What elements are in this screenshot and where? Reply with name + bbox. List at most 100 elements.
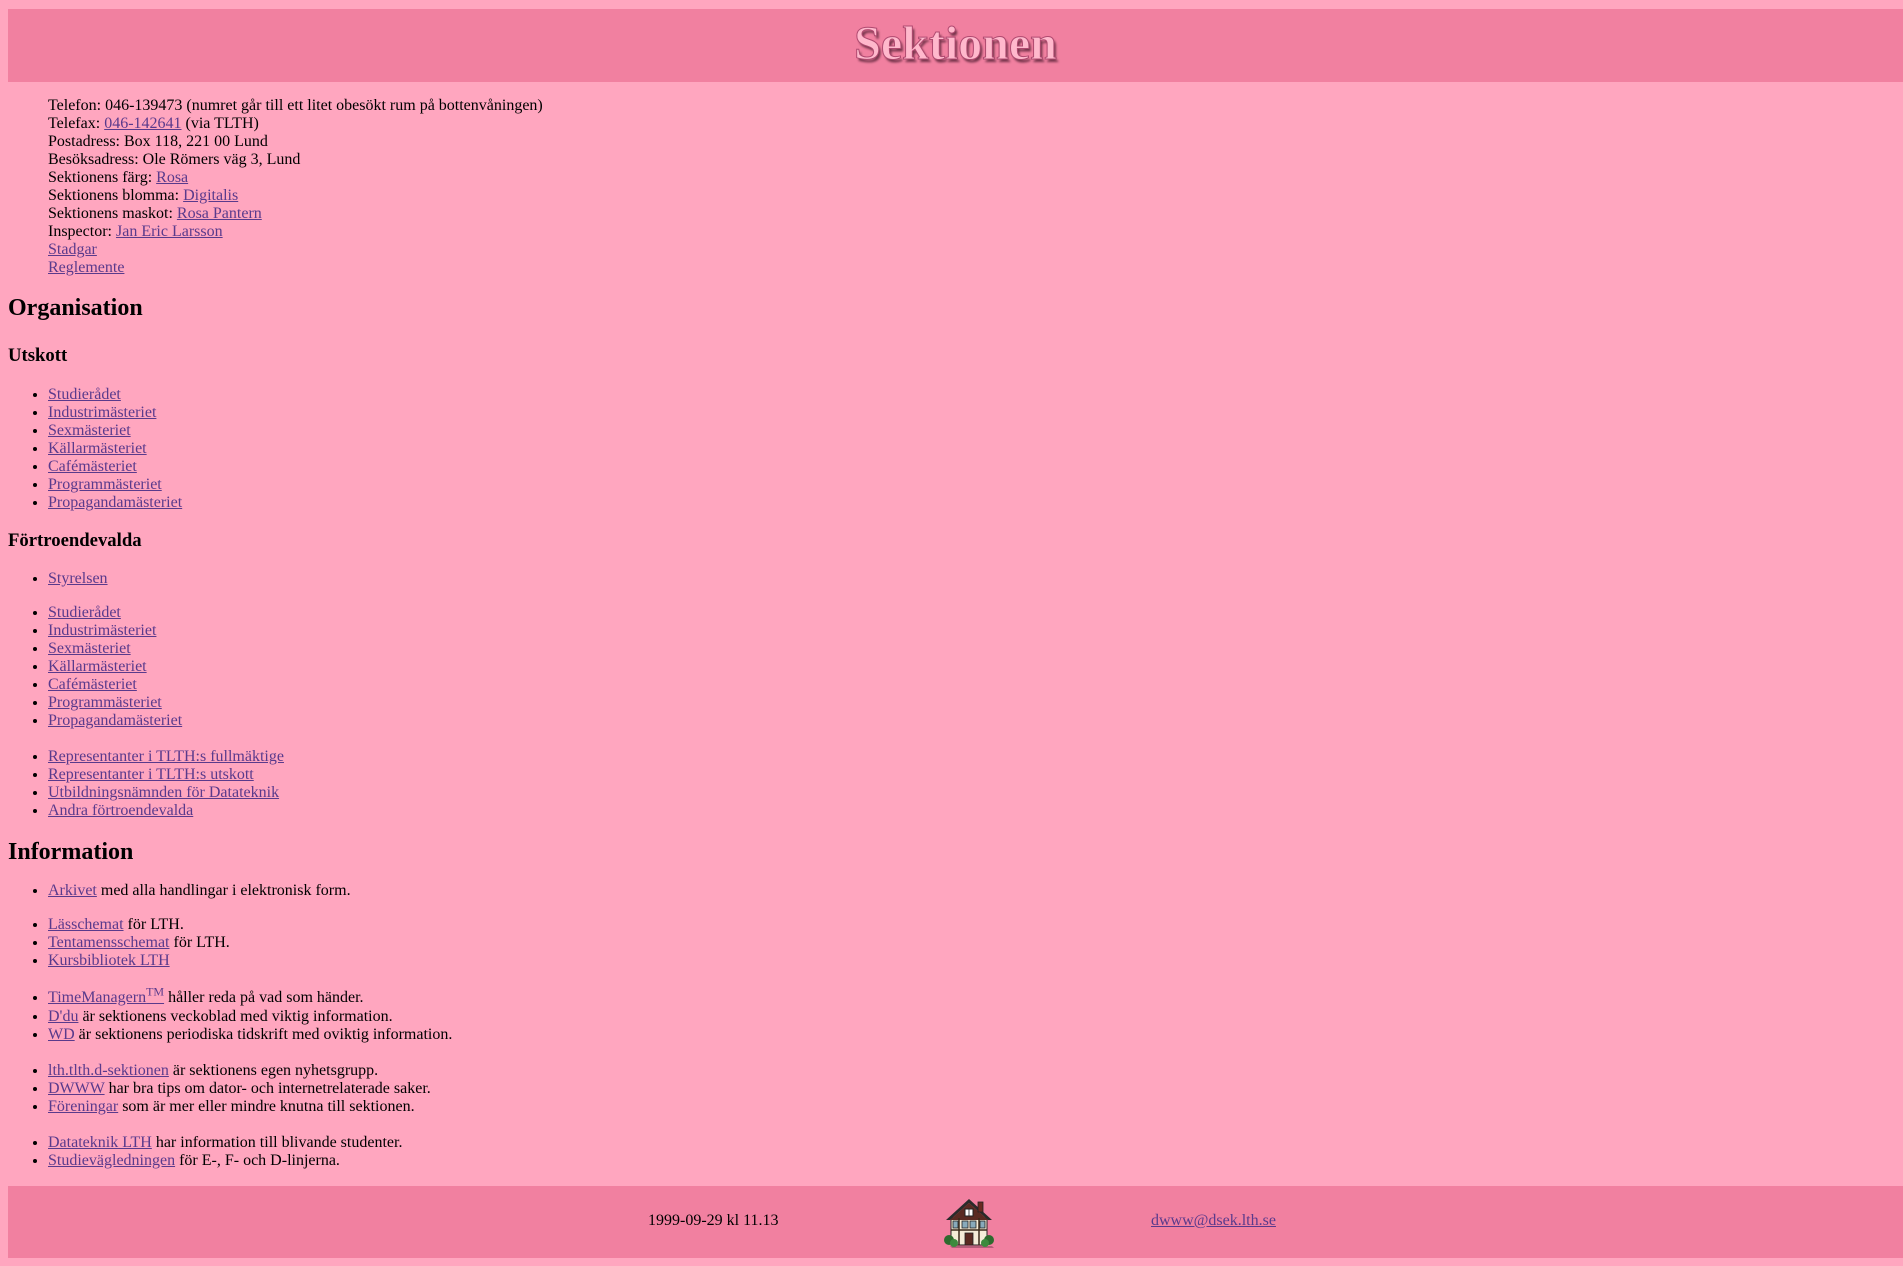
info-list-students: Datateknik LTH har information till bliv… bbox=[8, 1134, 402, 1170]
blomma-link[interactable]: Digitalis bbox=[183, 187, 238, 204]
list-item: Sexmästeriet bbox=[48, 422, 182, 440]
list-item: D'du är sektionens veckoblad med viktig … bbox=[48, 1008, 452, 1026]
house-icon bbox=[944, 1199, 994, 1248]
mastare-link[interactable]: Cafémästeriet bbox=[48, 676, 137, 693]
list-item: Sexmästeriet bbox=[48, 640, 182, 658]
list-item: Propagandamästeriet bbox=[48, 494, 182, 512]
reglemente-line: Reglemente bbox=[48, 259, 543, 277]
stadgar-line: Stadgar bbox=[48, 241, 543, 259]
studievagledningen-link[interactable]: Studievägledningen bbox=[48, 1152, 175, 1169]
list-item: Representanter i TLTH:s utskott bbox=[48, 766, 284, 784]
organisation-heading: Organisation bbox=[8, 295, 143, 321]
wd-link[interactable]: WD bbox=[48, 1026, 75, 1043]
ovriga-link[interactable]: Representanter i TLTH:s fullmäktige bbox=[48, 748, 284, 765]
utskott-link[interactable]: Programmästeriet bbox=[48, 476, 162, 493]
list-item: Lässchemat för LTH. bbox=[48, 916, 230, 934]
lasschemat-link[interactable]: Lässchemat bbox=[48, 916, 124, 933]
dwww-link[interactable]: DWWW bbox=[48, 1080, 105, 1097]
inspector-link[interactable]: Jan Eric Larsson bbox=[116, 223, 223, 240]
list-item: Studierådet bbox=[48, 386, 182, 404]
besoksadress-line: Besöksadress: Ole Römers väg 3, Lund bbox=[48, 151, 301, 168]
ovriga-link[interactable]: Representanter i TLTH:s utskott bbox=[48, 766, 254, 783]
inspector-line: Inspector: Jan Eric Larsson bbox=[48, 223, 223, 240]
list-item: Kursbibliotek LTH bbox=[48, 952, 230, 970]
tentamensschemat-link[interactable]: Tentamensschemat bbox=[48, 934, 170, 951]
list-item: Studievägledningen för E-, F- och D-linj… bbox=[48, 1152, 402, 1170]
info-list-community: lth.tlth.d-sektionen är sektionens egen … bbox=[8, 1062, 431, 1116]
farg-line: Sektionens färg: Rosa bbox=[48, 169, 189, 186]
farg-link[interactable]: Rosa bbox=[156, 169, 188, 186]
list-item: Studierådet bbox=[48, 604, 182, 622]
arkivet-link[interactable]: Arkivet bbox=[48, 882, 97, 899]
list-item: Industrimästeriet bbox=[48, 622, 182, 640]
list-item: lth.tlth.d-sektionen är sektionens egen … bbox=[48, 1062, 431, 1080]
list-item: Datateknik LTH har information till bliv… bbox=[48, 1134, 402, 1152]
contact-info: Telefon: 046-139473 (numret går till ett… bbox=[48, 97, 543, 277]
info-list-schema: Lässchemat för LTH. Tentamensschemat för… bbox=[8, 916, 230, 970]
mastare-link[interactable]: Sexmästeriet bbox=[48, 640, 131, 657]
information-heading: Information bbox=[8, 839, 134, 865]
utskott-link[interactable]: Cafémästeriet bbox=[48, 458, 137, 475]
footer-bar: 1999-09-29 kl 11.13 dwww@dsek.lth.se bbox=[8, 1186, 1903, 1258]
list-item: Föreningar som är mer eller mindre knutn… bbox=[48, 1098, 431, 1116]
reglemente-link[interactable]: Reglemente bbox=[48, 259, 124, 276]
mastare-list: Studierådet Industrimästeriet Sexmästeri… bbox=[8, 604, 182, 730]
list-item: Programmästeriet bbox=[48, 476, 182, 494]
newsgroup-link[interactable]: lth.tlth.d-sektionen bbox=[48, 1062, 169, 1079]
list-item: Källarmästeriet bbox=[48, 440, 182, 458]
mastare-link[interactable]: Studierådet bbox=[48, 604, 121, 621]
list-item: Andra förtroendevalda bbox=[48, 802, 284, 820]
info-list-publications: TimeManagernTM håller reda på vad som hä… bbox=[8, 986, 452, 1044]
maskot-link[interactable]: Rosa Pantern bbox=[177, 205, 262, 222]
utskott-link[interactable]: Sexmästeriet bbox=[48, 422, 131, 439]
stadgar-link[interactable]: Stadgar bbox=[48, 241, 97, 258]
list-item: Representanter i TLTH:s fullmäktige bbox=[48, 748, 284, 766]
list-item: Utbildningsnämnden för Datateknik bbox=[48, 784, 284, 802]
list-item: Programmästeriet bbox=[48, 694, 182, 712]
list-item: Propagandamästeriet bbox=[48, 712, 182, 730]
datateknik-link[interactable]: Datateknik LTH bbox=[48, 1134, 152, 1151]
page-title: Sektionen bbox=[854, 17, 1058, 71]
mastare-link[interactable]: Programmästeriet bbox=[48, 694, 162, 711]
list-item: TimeManagernTM håller reda på vad som hä… bbox=[48, 986, 452, 1008]
mastare-link[interactable]: Källarmästeriet bbox=[48, 658, 147, 675]
list-item: Källarmästeriet bbox=[48, 658, 182, 676]
list-item: Arkivet med alla handlingar i elektronis… bbox=[48, 882, 351, 900]
last-updated: 1999-09-29 kl 11.13 bbox=[648, 1212, 779, 1229]
list-item: Cafémästeriet bbox=[48, 458, 182, 476]
utskott-link[interactable]: Propagandamästeriet bbox=[48, 494, 182, 511]
telefax-line: Telefax: 046-142641 (via TLTH) bbox=[48, 115, 259, 132]
foreningar-link[interactable]: Föreningar bbox=[48, 1098, 118, 1115]
header-bar: Sektionen bbox=[8, 9, 1903, 82]
postadress-line: Postadress: Box 118, 221 00 Lund bbox=[48, 133, 268, 150]
styrelsen-list: Styrelsen bbox=[8, 570, 108, 588]
utskott-heading: Utskott bbox=[8, 345, 68, 366]
list-item: Industrimästeriet bbox=[48, 404, 182, 422]
ovriga-list: Representanter i TLTH:s fullmäktige Repr… bbox=[8, 748, 284, 820]
list-item: Tentamensschemat för LTH. bbox=[48, 934, 230, 952]
list-item: Cafémästeriet bbox=[48, 676, 182, 694]
trademark-sup: TM bbox=[146, 984, 165, 999]
kursbibliotek-link[interactable]: Kursbibliotek LTH bbox=[48, 952, 170, 969]
list-item: DWWW har bra tips om dator- och internet… bbox=[48, 1080, 431, 1098]
blomma-line: Sektionens blomma: Digitalis bbox=[48, 187, 239, 204]
fortroendevalda-heading: Förtroendevalda bbox=[8, 530, 142, 551]
ovriga-link[interactable]: Andra förtroendevalda bbox=[48, 802, 193, 819]
maskot-line: Sektionens maskot: Rosa Pantern bbox=[48, 205, 262, 222]
timemanager-link[interactable]: TimeManagernTM bbox=[48, 986, 164, 1006]
list-item: WD är sektionens periodiska tidskrift me… bbox=[48, 1026, 452, 1044]
list-item: Styrelsen bbox=[48, 570, 108, 588]
telefax-link[interactable]: 046-142641 bbox=[104, 115, 181, 132]
ddu-link[interactable]: D'du bbox=[48, 1008, 78, 1025]
email-link[interactable]: dwww@dsek.lth.se bbox=[1151, 1212, 1276, 1230]
mastare-link[interactable]: Propagandamästeriet bbox=[48, 712, 182, 729]
mastare-link[interactable]: Industrimästeriet bbox=[48, 622, 156, 639]
telefon-line: Telefon: 046-139473 (numret går till ett… bbox=[48, 97, 543, 114]
utskott-link[interactable]: Industrimästeriet bbox=[48, 404, 156, 421]
info-list-arkiv: Arkivet med alla handlingar i elektronis… bbox=[8, 882, 351, 900]
ovriga-link[interactable]: Utbildningsnämnden för Datateknik bbox=[48, 784, 279, 801]
house-icon[interactable] bbox=[942, 1194, 996, 1248]
styrelsen-link[interactable]: Styrelsen bbox=[48, 570, 108, 587]
utskott-link[interactable]: Studierådet bbox=[48, 386, 121, 403]
utskott-link[interactable]: Källarmästeriet bbox=[48, 440, 147, 457]
